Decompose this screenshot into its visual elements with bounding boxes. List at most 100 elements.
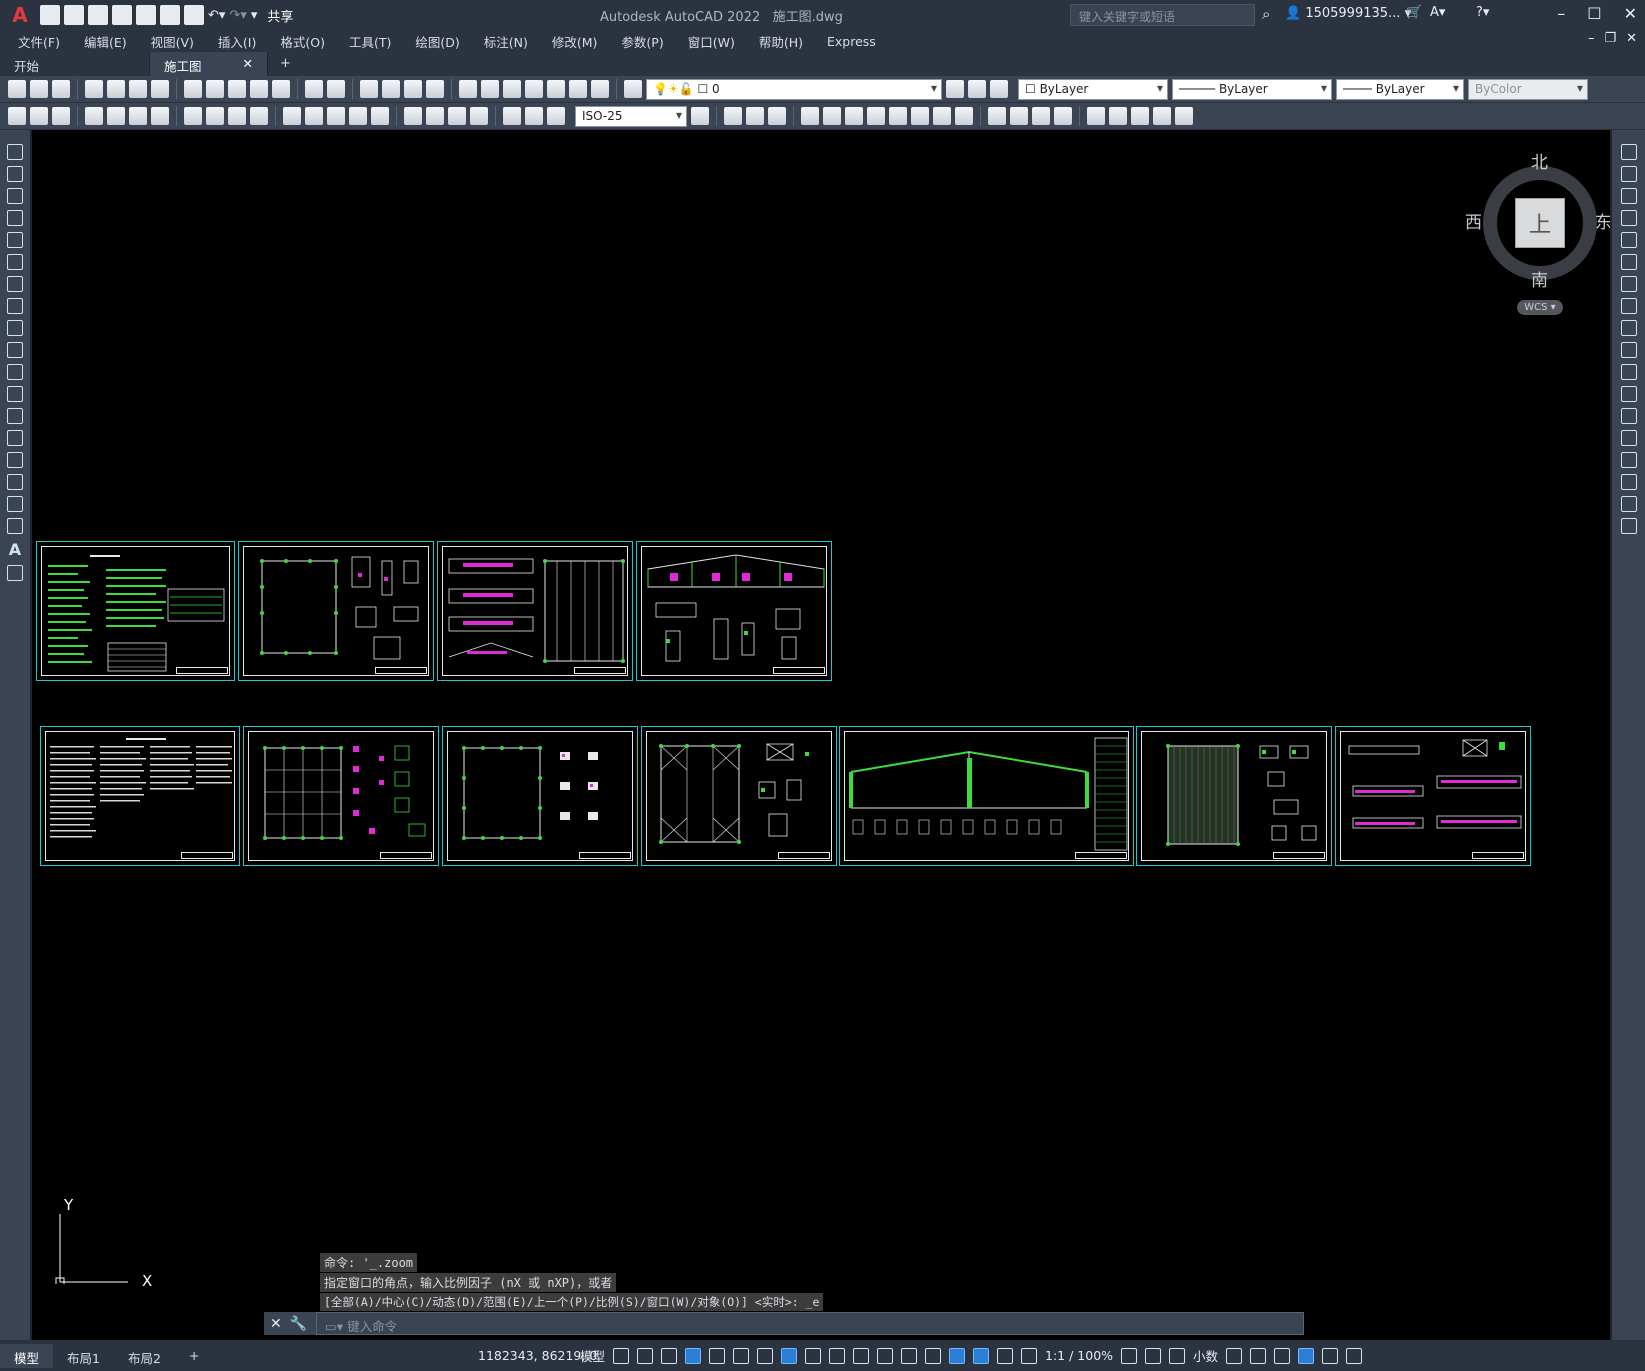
tool-icon[interactable]	[30, 107, 48, 125]
export-icon[interactable]	[160, 5, 180, 25]
dimension-edit-icon[interactable]	[503, 107, 521, 125]
workspace-icon[interactable]	[1121, 1347, 1138, 1364]
dynamic-input-icon[interactable]	[661, 1347, 678, 1364]
menu-modify[interactable]: 修改(M)	[552, 32, 598, 51]
menu-format[interactable]: 格式(O)	[280, 32, 325, 51]
break-at-point-icon[interactable]	[1620, 386, 1637, 402]
graphics-performance-icon[interactable]	[1298, 1347, 1315, 1364]
extend-icon[interactable]	[1620, 364, 1637, 380]
plotstyle-dropdown[interactable]: ByColor	[1468, 78, 1588, 100]
ellipse-icon[interactable]	[7, 342, 23, 358]
layer-on-icon[interactable]: 💡☀🔓	[653, 82, 694, 96]
drawing-sheet[interactable]	[238, 541, 434, 681]
compass-south[interactable]: 南	[1531, 266, 1548, 291]
menu-help[interactable]: 帮助(H)	[759, 32, 803, 51]
search-icon[interactable]: ⌕	[1262, 5, 1270, 23]
modify-icon[interactable]	[724, 107, 742, 125]
tab-layout1[interactable]: 布局1	[53, 1344, 114, 1368]
redo-icon[interactable]: ↷▾	[229, 8, 246, 23]
tool-icon[interactable]	[52, 107, 70, 125]
tolerance-icon[interactable]	[404, 107, 422, 125]
command-customize-icon[interactable]: 🔧	[290, 1316, 307, 1332]
plot-icon[interactable]	[85, 80, 103, 98]
modify-icon[interactable]	[1054, 107, 1072, 125]
dimension-update-icon[interactable]	[547, 107, 565, 125]
menu-express[interactable]: Express	[827, 34, 876, 49]
inspection-icon[interactable]	[448, 107, 466, 125]
polar-tracking-icon[interactable]	[709, 1347, 726, 1364]
annotation-scale-value[interactable]: 1:1 / 100%	[1045, 1348, 1113, 1363]
modify-icon[interactable]	[1131, 107, 1149, 125]
zoom-previous-icon[interactable]	[426, 80, 444, 98]
drawing-sheet[interactable]	[36, 541, 235, 681]
copy-object-icon[interactable]	[1620, 166, 1637, 182]
compass-north[interactable]: 北	[1531, 148, 1548, 173]
undo-icon[interactable]: ↶▾	[208, 8, 225, 23]
object-snap-icon[interactable]	[781, 1347, 798, 1364]
transparency-icon[interactable]	[829, 1347, 846, 1364]
viewcube[interactable]: 上 北 南 东 西 WCS ▾	[1465, 148, 1610, 315]
compass-west[interactable]: 西	[1465, 208, 1482, 233]
modify-icon[interactable]	[988, 107, 1006, 125]
revision-cloud-icon[interactable]	[7, 298, 23, 314]
menu-tools[interactable]: 工具(T)	[349, 32, 391, 51]
modify-icon[interactable]	[801, 107, 819, 125]
gradient-icon[interactable]	[7, 474, 23, 490]
scale-icon[interactable]	[1620, 298, 1637, 314]
polyline-icon[interactable]	[7, 188, 23, 204]
mirror-icon[interactable]	[1620, 188, 1637, 204]
make-block-icon[interactable]	[7, 408, 23, 424]
publish-icon[interactable]	[129, 80, 147, 98]
modify-icon[interactable]	[845, 107, 863, 125]
plot-icon[interactable]	[184, 5, 204, 25]
new-icon[interactable]	[8, 80, 26, 98]
menu-file[interactable]: 文件(F)	[18, 32, 60, 51]
clean-screen-icon[interactable]	[1322, 1347, 1339, 1364]
search-input[interactable]: 键入关键字或短语	[1070, 4, 1255, 26]
rotate-icon[interactable]	[1620, 276, 1637, 292]
multiline-text-icon[interactable]: A	[9, 540, 21, 559]
line-icon[interactable]	[7, 144, 23, 160]
menu-insert[interactable]: 插入(I)	[218, 32, 256, 51]
web-mobile-icon[interactable]	[136, 5, 156, 25]
menu-parametric[interactable]: 参数(P)	[621, 32, 663, 51]
radius-icon[interactable]	[184, 107, 202, 125]
units-value[interactable]: 小数	[1193, 1346, 1218, 1365]
isodraft-icon[interactable]	[733, 1347, 750, 1364]
modify-icon[interactable]	[746, 107, 764, 125]
menu-draw[interactable]: 绘图(D)	[415, 32, 459, 51]
object-snap-tracking-icon[interactable]	[757, 1347, 774, 1364]
dynamic-ucs-icon[interactable]	[901, 1347, 918, 1364]
menu-view[interactable]: 视图(V)	[151, 32, 194, 51]
annotation-scale-icon[interactable]	[1021, 1347, 1038, 1364]
modify-icon[interactable]	[823, 107, 841, 125]
save-icon[interactable]	[88, 5, 108, 25]
dimstyle-dropdown[interactable]: ISO-25	[575, 105, 687, 127]
selection-cycling-icon[interactable]	[853, 1347, 870, 1364]
quick-dimension-icon[interactable]	[283, 107, 301, 125]
ordinate-icon[interactable]	[151, 107, 169, 125]
center-mark-icon[interactable]	[426, 107, 444, 125]
modify-icon[interactable]	[911, 107, 929, 125]
circle-icon[interactable]	[7, 276, 23, 292]
baseline-icon[interactable]	[305, 107, 323, 125]
modify-icon[interactable]	[867, 107, 885, 125]
autodesk-app-icon[interactable]: A▾	[1430, 5, 1445, 20]
add-selected-icon[interactable]	[7, 565, 23, 581]
linetype-dropdown[interactable]: ───── ByLayer	[1172, 78, 1332, 100]
minimize-icon[interactable]: –	[1557, 4, 1565, 23]
tool-palettes-icon[interactable]	[503, 80, 521, 98]
arc-length-icon[interactable]	[129, 107, 147, 125]
drawing-sheet[interactable]	[636, 541, 832, 681]
close-icon[interactable]: ✕	[1624, 4, 1637, 23]
zoom-realtime-icon[interactable]	[382, 80, 400, 98]
gizmo-icon[interactable]	[949, 1347, 966, 1364]
modify-icon[interactable]	[889, 107, 907, 125]
fillet-icon[interactable]	[1620, 474, 1637, 490]
help-icon[interactable]: ?▾	[1476, 5, 1489, 20]
plot-preview-icon[interactable]	[107, 80, 125, 98]
menu-edit[interactable]: 编辑(E)	[84, 32, 127, 51]
tab-start[interactable]: 开始	[0, 52, 150, 76]
chamfer-icon[interactable]	[1620, 452, 1637, 468]
open-icon[interactable]	[30, 80, 48, 98]
